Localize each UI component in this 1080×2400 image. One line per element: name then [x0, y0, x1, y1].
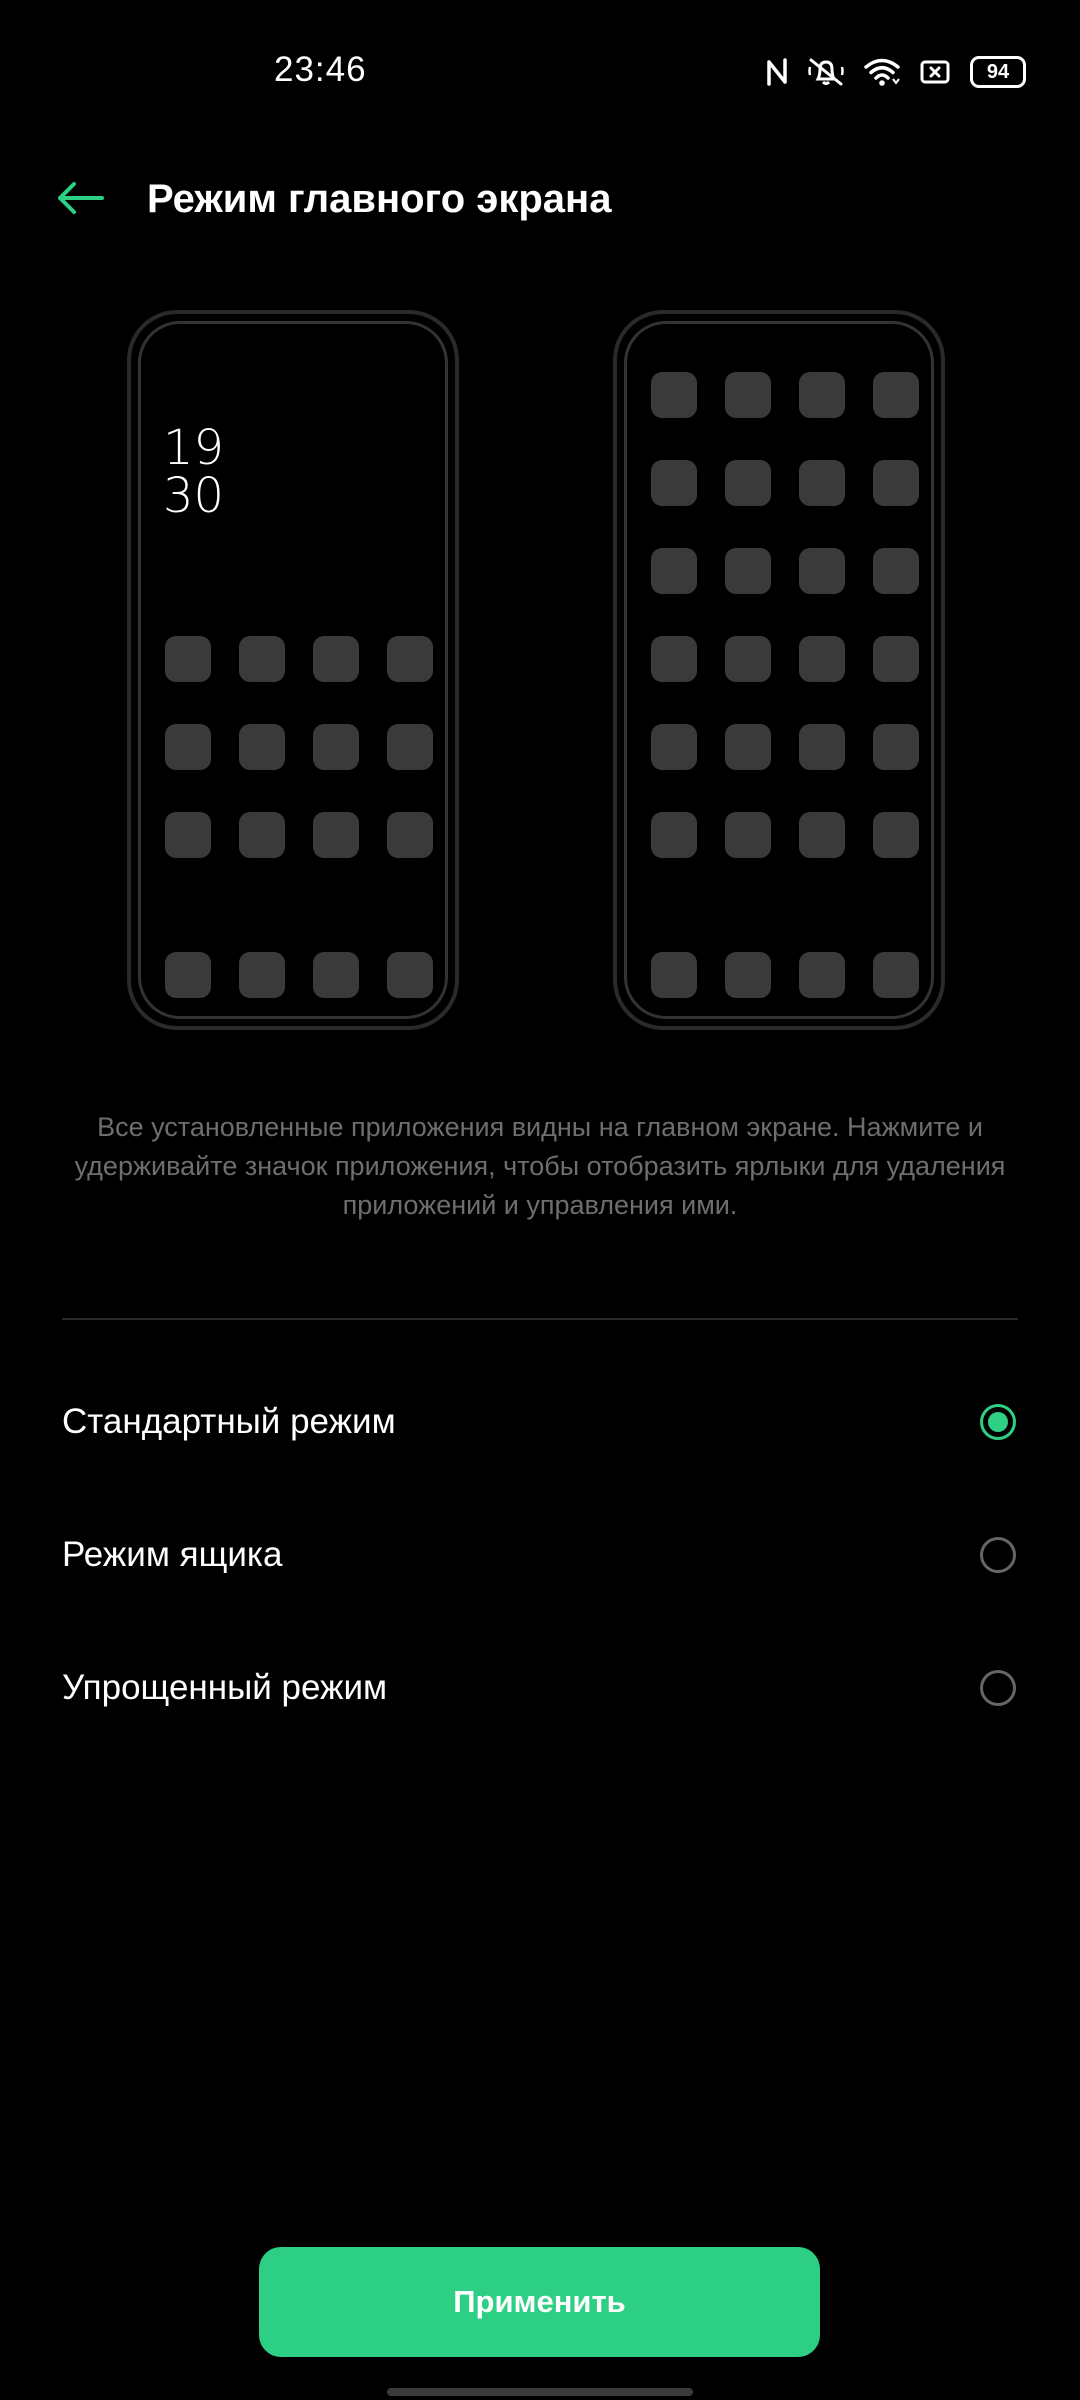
app-icon-placeholder: [651, 372, 697, 418]
app-icon-placeholder: [799, 460, 845, 506]
page-title: Режим главного экрана: [147, 177, 612, 221]
app-icon-placeholder: [725, 724, 771, 770]
apply-button[interactable]: Применить: [259, 2247, 820, 2357]
app-icon-placeholder: [725, 548, 771, 594]
radio-button[interactable]: [980, 1404, 1016, 1440]
app-icon-placeholder: [313, 636, 359, 682]
app-icon-placeholder: [799, 724, 845, 770]
app-icon-placeholder: [725, 460, 771, 506]
app-icon-placeholder: [651, 812, 697, 858]
app-icon-placeholder: [873, 372, 919, 418]
app-icon-placeholder: [873, 636, 919, 682]
preview-clock-hours: 19: [163, 420, 225, 476]
app-icon-placeholder: [165, 724, 211, 770]
app-icon-placeholder: [725, 812, 771, 858]
divider: [62, 1318, 1018, 1320]
app-icon-placeholder: [873, 460, 919, 506]
app-icon-placeholder: [873, 548, 919, 594]
arrow-left-icon: [56, 180, 104, 221]
app-icon-placeholder: [239, 636, 285, 682]
app-icon-placeholder: [239, 952, 285, 998]
app-icon-placeholder: [387, 952, 433, 998]
app-icon-placeholder: [651, 548, 697, 594]
screen-record-icon: [920, 59, 950, 85]
option-drawer-mode[interactable]: Режим ящика: [0, 1501, 1080, 1611]
app-icon-placeholder: [239, 812, 285, 858]
app-icon-placeholder: [651, 952, 697, 998]
option-standard-mode[interactable]: Стандартный режим: [0, 1368, 1080, 1478]
option-simple-mode[interactable]: Упрощенный режим: [0, 1634, 1080, 1744]
app-icon-placeholder: [651, 636, 697, 682]
option-label: Стандартный режим: [62, 1402, 396, 1441]
app-icon-placeholder: [651, 460, 697, 506]
preview-clock-minutes: 30: [163, 468, 225, 524]
app-icon-placeholder: [873, 724, 919, 770]
app-icon-placeholder: [725, 952, 771, 998]
status-clock: 23:46: [274, 50, 367, 89]
standard-mode-preview[interactable]: 19 30: [127, 310, 459, 1030]
nfc-icon: [766, 58, 788, 86]
navigation-gesture-bar[interactable]: [387, 2388, 693, 2396]
app-icon-placeholder: [799, 812, 845, 858]
app-icon-placeholder: [165, 812, 211, 858]
app-icon-placeholder: [651, 724, 697, 770]
app-icon-placeholder: [725, 372, 771, 418]
preview-clock: 19 30: [163, 424, 224, 520]
silent-bell-icon: [808, 57, 844, 87]
option-label: Режим ящика: [62, 1535, 283, 1574]
status-icons: 94: [766, 52, 1026, 92]
drawer-mode-preview[interactable]: [613, 310, 945, 1030]
app-icon-placeholder: [799, 952, 845, 998]
mode-description: Все установленные приложения видны на гл…: [74, 1112, 1006, 1220]
app-icon-placeholder: [873, 812, 919, 858]
app-icon-placeholder: [313, 812, 359, 858]
app-icon-placeholder: [165, 952, 211, 998]
app-icon-placeholder: [873, 952, 919, 998]
back-button[interactable]: [50, 174, 110, 226]
radio-button[interactable]: [980, 1537, 1016, 1573]
app-icon-placeholder: [799, 548, 845, 594]
app-icon-placeholder: [165, 636, 211, 682]
app-header: Режим главного экрана: [0, 160, 1080, 240]
status-bar: 23:46 94: [0, 0, 1080, 130]
app-icon-placeholder: [387, 724, 433, 770]
option-label: Упрощенный режим: [62, 1668, 388, 1707]
app-icon-placeholder: [387, 812, 433, 858]
app-icon-placeholder: [313, 724, 359, 770]
app-icon-placeholder: [799, 636, 845, 682]
wifi-icon: [864, 57, 900, 87]
battery-icon: 94: [970, 56, 1026, 88]
app-icon-placeholder: [799, 372, 845, 418]
app-icon-placeholder: [725, 636, 771, 682]
app-icon-placeholder: [387, 636, 433, 682]
app-icon-placeholder: [239, 724, 285, 770]
app-icon-placeholder: [313, 952, 359, 998]
radio-button[interactable]: [980, 1670, 1016, 1706]
